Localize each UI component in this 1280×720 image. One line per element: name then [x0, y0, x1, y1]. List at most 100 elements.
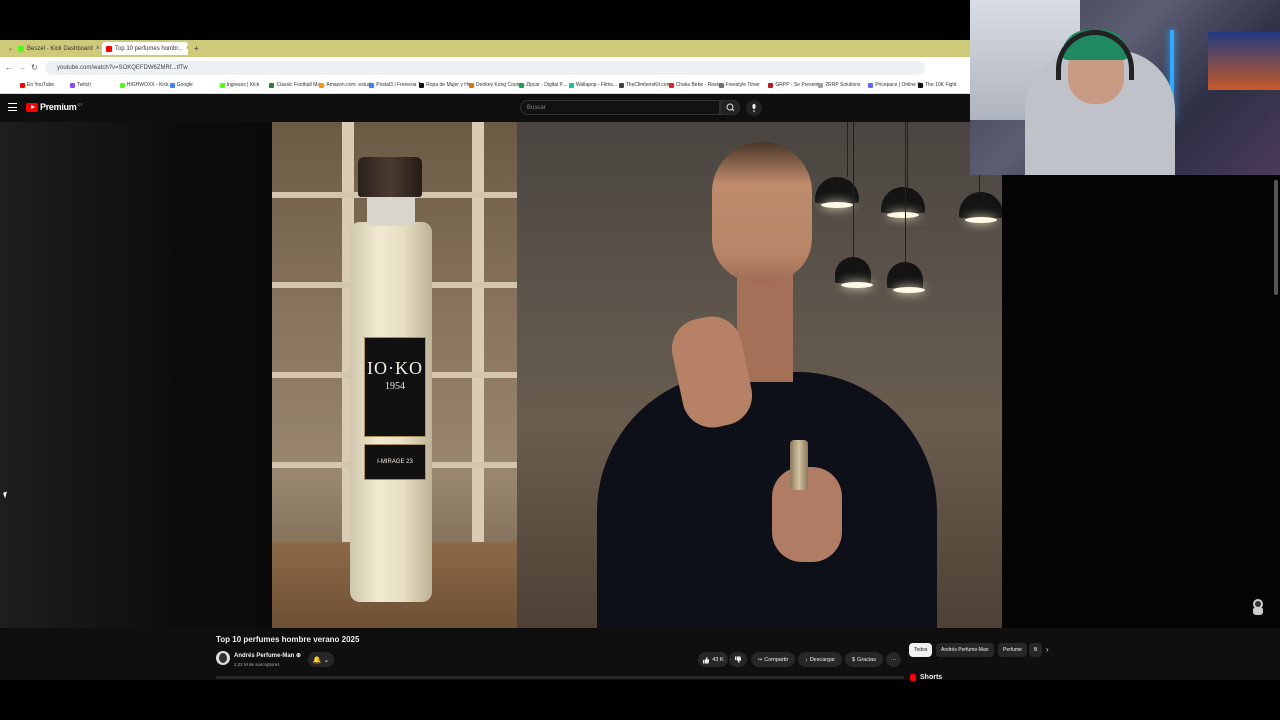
thanks-label: Gracias — [857, 656, 876, 663]
bookmark-item[interactable]: Wallapop - Films... — [568, 82, 617, 88]
bookmark-label: Donkey Kong Count... — [476, 82, 525, 88]
bookmark-item[interactable]: Classic Football Ma... — [269, 82, 324, 88]
page-scrollbar[interactable] — [1274, 180, 1278, 295]
bookmarks-bar: En YouTube Twitch HIGHWOXX - Kick... Google… — [0, 79, 970, 94]
thanks-button[interactable]: $ Gracias — [845, 652, 883, 667]
tab-youtube-video[interactable]: Top 10 perfumes hombr... × — [102, 42, 188, 55]
bookmark-favicon-icon — [618, 82, 624, 88]
bookmark-item[interactable]: GRPP - Se Presentar — [768, 82, 823, 88]
download-button[interactable]: ↓ Descargar — [798, 652, 842, 667]
like-button[interactable]: 43 K — [698, 652, 728, 667]
bookmark-item[interactable]: Postal3 | Frenesia T... — [369, 82, 424, 88]
bookmark-label: Zipcar - Digital P... — [525, 82, 567, 88]
pendant-lamp — [835, 257, 873, 288]
bookmark-favicon-icon — [668, 82, 674, 88]
perfume-vial — [790, 440, 808, 490]
share-label: Compartir — [764, 656, 789, 663]
bookmark-item[interactable]: Ropa de Mujer y Ho... — [419, 82, 475, 88]
url-text: youtube.com/watch?v=SOKQEFDW6ZMRf...tfTw — [57, 65, 188, 71]
hamburger-menu-icon[interactable] — [8, 103, 17, 111]
bookmark-item[interactable]: En YouTube — [20, 82, 54, 88]
subscriber-count: 2,22 M de suscriptores — [234, 662, 280, 667]
video-title: Top 10 perfumes hombre verano 2025 — [216, 635, 360, 644]
chip-more[interactable]: B — [1029, 643, 1043, 657]
dislike-button[interactable] — [729, 652, 747, 667]
chips-next-icon[interactable]: › — [1046, 645, 1049, 654]
label-year: 1954 — [385, 381, 405, 392]
bookmark-favicon-icon — [419, 82, 425, 88]
bookmark-item[interactable]: Pricepace | Online P... — [868, 82, 924, 88]
bookmark-item[interactable]: TheClimbersKit.com... — [618, 82, 675, 88]
bookmark-favicon-icon — [119, 82, 125, 88]
bookmark-favicon-icon — [568, 82, 574, 88]
back-icon[interactable]: ← — [5, 63, 13, 72]
youtube-play-icon — [26, 102, 38, 112]
address-bar-row: ← → ↻ youtube.com/watch?v=SOKQEFDW6ZMRf.… — [0, 57, 970, 79]
tab-list-button[interactable]: ⌄ — [4, 42, 14, 55]
bottle-label: IO·KO 1954 — [364, 337, 426, 437]
bookmark-item[interactable]: Chaka Bebe - Resta... — [668, 82, 725, 88]
bookmark-label: TheClimbersKit.com... — [625, 82, 675, 88]
download-label: Descargar — [809, 656, 836, 663]
chip-perfume[interactable]: Perfume — [998, 643, 1027, 657]
bookmark-item[interactable]: Ingresos | Kick — [219, 82, 259, 88]
presenter-jacket — [597, 372, 937, 628]
streamer-webcam — [970, 0, 1280, 175]
channel-avatar[interactable] — [216, 651, 230, 665]
shorts-section-header[interactable]: Shorts — [910, 674, 942, 681]
chip-all[interactable]: Todos — [909, 643, 933, 657]
lamp-cord — [853, 122, 854, 257]
search-icon — [726, 103, 735, 112]
more-actions-button[interactable]: ··· — [886, 652, 901, 667]
bookmark-label: GRPP - Se Presentar — [775, 82, 824, 88]
shorts-icon — [910, 674, 916, 681]
lamp-cord — [847, 122, 848, 177]
search-input[interactable]: Buscar — [520, 100, 720, 115]
bookmark-item[interactable]: Twitch — [69, 82, 92, 88]
close-tab-icon[interactable]: × — [183, 45, 188, 52]
bookmark-item[interactable]: Freestyle Timer — [718, 82, 760, 88]
bookmark-label: En YouTube — [27, 82, 55, 88]
youtube-premium-logo[interactable]: Premium GT — [26, 102, 83, 112]
bookmark-item[interactable]: HIGHWOXX - Kick... — [119, 82, 173, 88]
reload-icon[interactable]: ↻ — [31, 63, 38, 72]
bookmark-favicon-icon — [818, 82, 824, 88]
tab-title: Beszel - Kick Dashboard — [27, 45, 93, 52]
share-icon: ↪ — [757, 656, 763, 663]
forward-icon[interactable]: → — [18, 63, 26, 72]
chip-channel[interactable]: Andrés Perfume-Man — [936, 643, 994, 657]
bookmark-item[interactable]: The 10K Fight — [918, 82, 957, 88]
url-field[interactable]: youtube.com/watch?v=SOKQEFDW6ZMRf...tfTw — [45, 61, 925, 75]
bookmark-favicon-icon — [918, 82, 924, 88]
bookmark-item[interactable]: 2RRP Solutions — [818, 82, 861, 88]
bookmark-item[interactable]: Google — [169, 82, 193, 88]
bookmark-item[interactable]: Donkey Kong Count... — [469, 82, 525, 88]
scroll-progress-track — [216, 676, 904, 679]
pendant-lamp — [959, 192, 1002, 223]
bookmark-favicon-icon — [369, 82, 375, 88]
voice-search-button[interactable] — [746, 100, 762, 116]
thumbs-down-icon — [735, 656, 742, 663]
bookmark-label: The 10K Fight — [925, 82, 957, 88]
tab-kick-dashboard[interactable]: Beszel - Kick Dashboard × — [14, 42, 100, 55]
bookmark-favicon-icon — [868, 82, 874, 88]
bookmark-item[interactable]: Amazon.com: estud... — [319, 82, 375, 88]
new-tab-button[interactable]: + — [190, 42, 202, 55]
close-tab-icon[interactable]: × — [93, 45, 100, 52]
channel-name[interactable]: Andrés Perfume-Man ⊕ — [234, 652, 301, 659]
share-button[interactable]: ↪ Compartir — [751, 652, 795, 667]
bookmark-label: Freestyle Timer — [725, 82, 760, 88]
download-icon: ↓ — [804, 656, 808, 663]
kick-favicon-icon — [18, 45, 24, 52]
notification-bell-button[interactable]: 🔔 ⌄ — [308, 652, 334, 667]
bookmark-label: Chaka Bebe - Resta... — [675, 82, 725, 88]
bookmark-item[interactable]: Zipcar - Digital P... — [518, 82, 567, 88]
lamp-cord — [905, 122, 906, 262]
bookmark-label: Classic Football Ma... — [276, 82, 325, 88]
bookmark-label: Twitch — [76, 82, 92, 88]
bookmark-favicon-icon — [518, 82, 524, 88]
bookmark-favicon-icon — [20, 82, 25, 88]
logo-text: Premium — [40, 102, 77, 112]
account-avatar-icon[interactable] — [1250, 598, 1266, 616]
search-button[interactable] — [720, 100, 740, 115]
